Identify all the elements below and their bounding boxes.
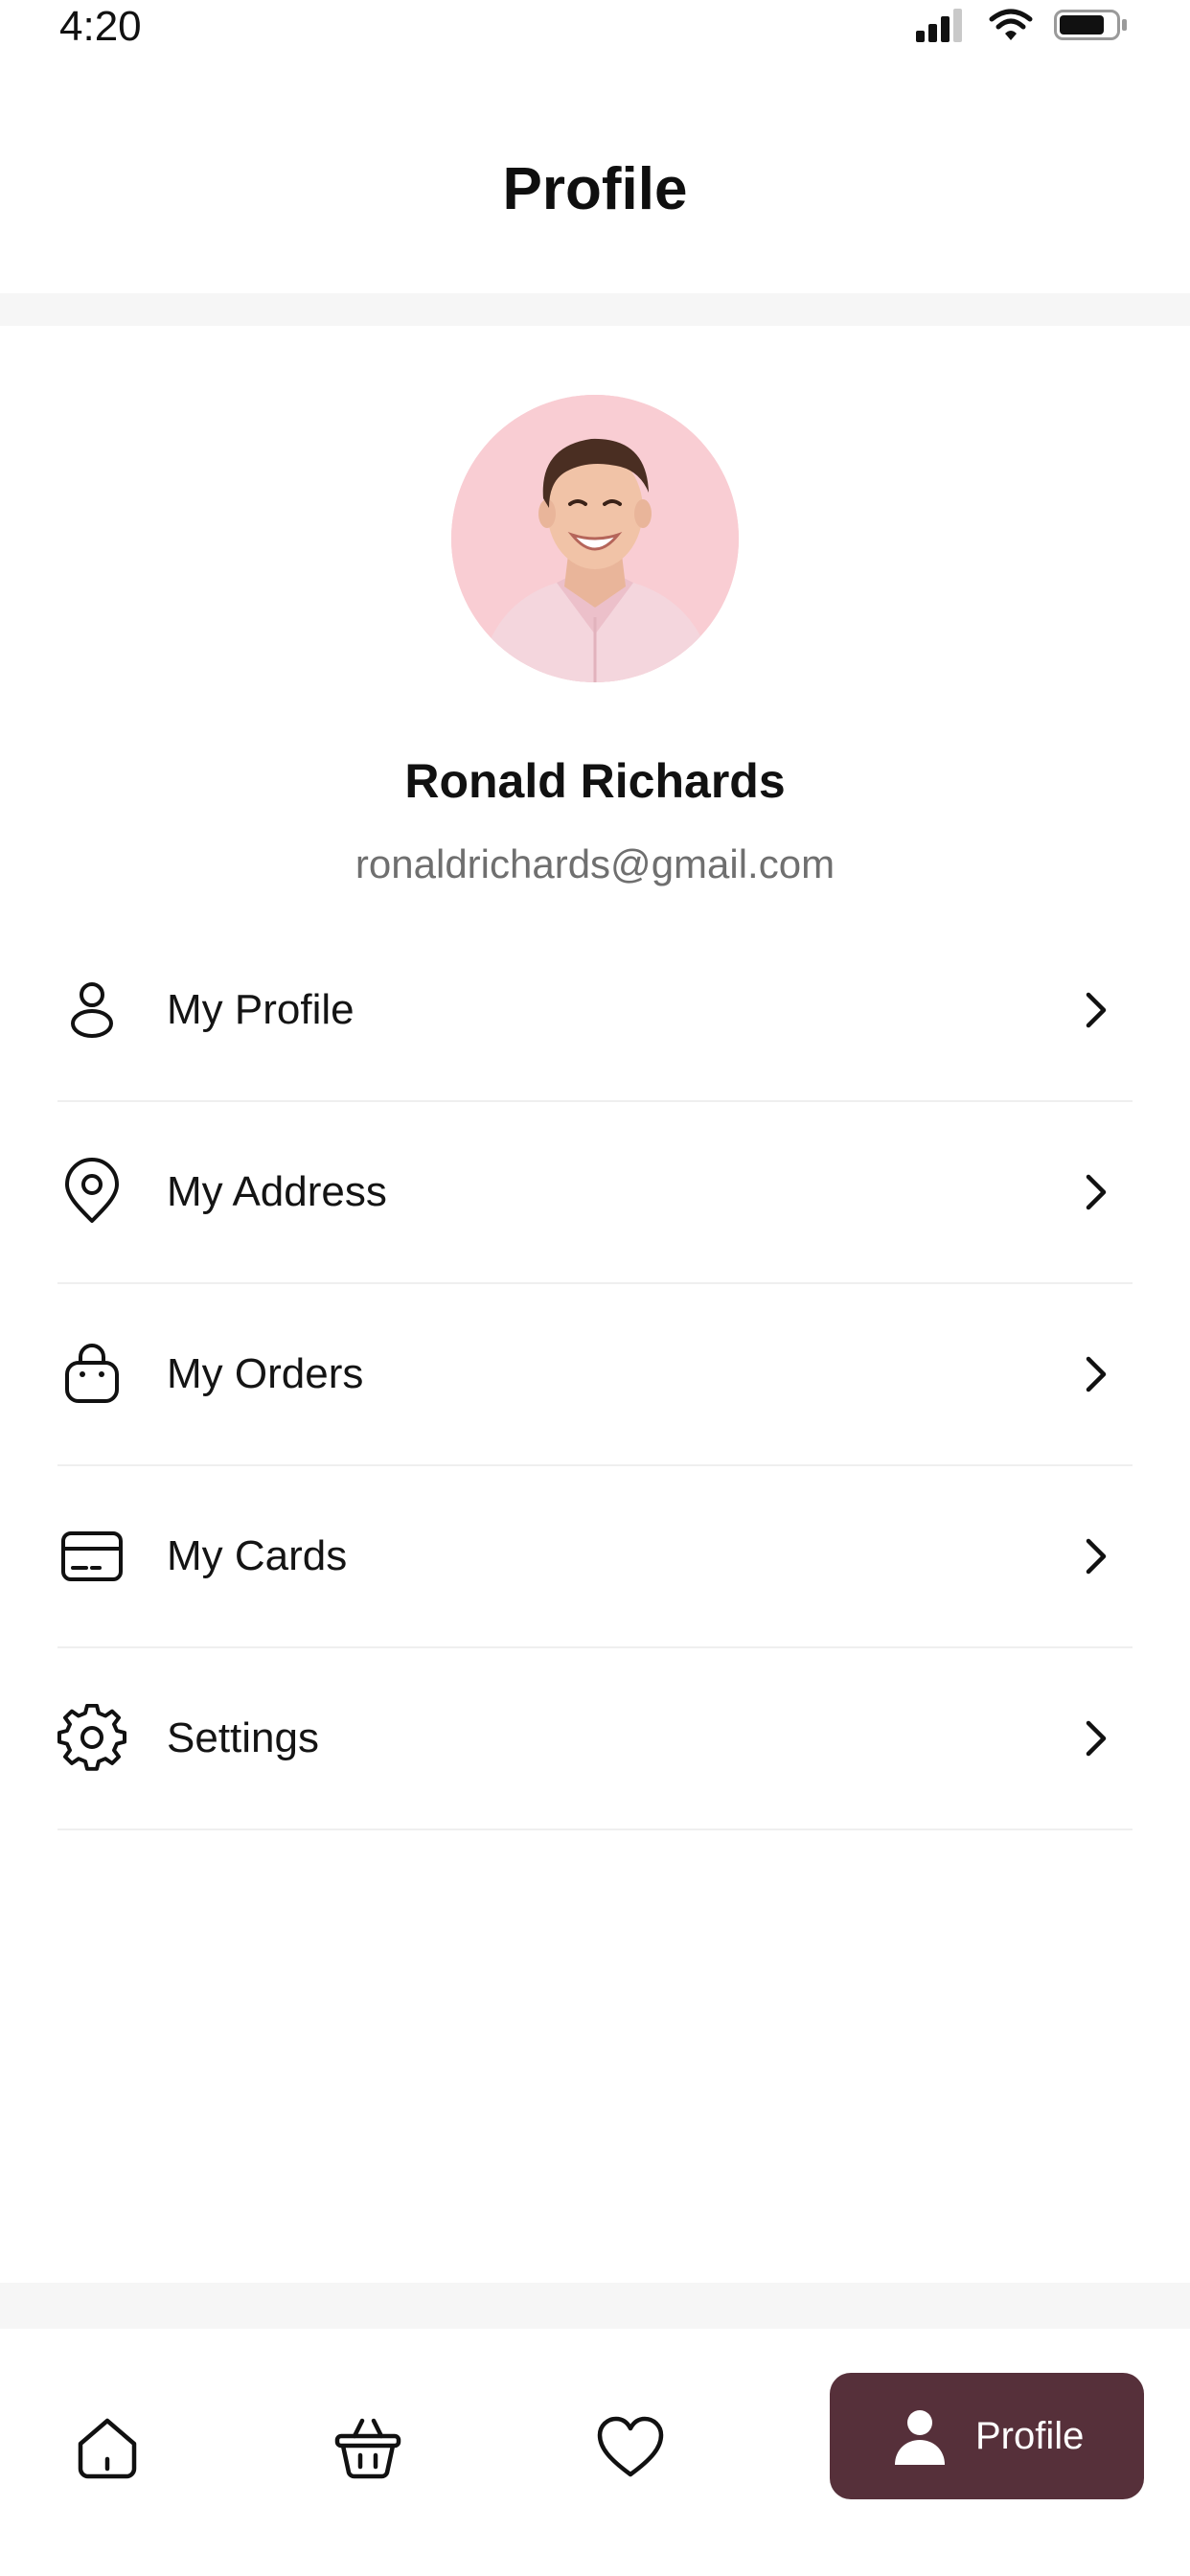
heart-icon [592,2409,669,2486]
person-icon [57,976,126,1045]
battery-icon [1054,8,1129,42]
cellular-signal-icon [916,8,968,42]
menu-item-label: My Profile [167,986,355,1033]
shopping-bag-icon [57,1340,126,1409]
chevron-right-icon [1077,1351,1115,1397]
status-time: 4:20 [59,3,142,50]
menu-item-my-cards[interactable]: My Cards [57,1466,1133,1648]
chevron-right-icon [1077,1715,1115,1761]
menu-item-label: My Address [167,1168,387,1215]
profile-menu: My Profile My Address My Orders My Cards… [57,920,1133,1830]
nav-home-button[interactable] [69,2409,146,2486]
chevron-right-icon [1077,1533,1115,1579]
page-title: Profile [502,156,688,222]
home-icon [69,2409,146,2486]
avatar[interactable] [451,395,739,682]
status-bar: 4:20 [0,0,1190,54]
credit-card-icon [57,1522,126,1591]
nav-basket-button[interactable] [330,2409,406,2486]
chevron-right-icon [1077,987,1115,1033]
nav-profile-label: Profile [975,2415,1085,2457]
menu-item-label: My Cards [167,1532,348,1579]
gear-icon [57,1704,126,1773]
nav-favorites-button[interactable] [592,2409,669,2486]
menu-item-settings[interactable]: Settings [57,1648,1133,1830]
wifi-icon [989,8,1033,42]
nav-profile-button[interactable]: Profile [830,2373,1144,2499]
bottom-nav-divider [0,2283,1190,2329]
profile-screen: 4:20 Profile Ronald Richards ronaldricha… [0,0,1190,2576]
user-name: Ronald Richards [404,754,786,808]
menu-item-my-profile[interactable]: My Profile [57,920,1133,1102]
status-icons [916,8,1129,42]
location-pin-icon [57,1158,126,1227]
basket-icon [330,2409,406,2486]
menu-item-label: Settings [167,1714,319,1761]
person-icon [889,2405,950,2467]
chevron-right-icon [1077,1169,1115,1215]
bottom-nav: Profile [0,2329,1190,2576]
user-email: ronaldrichards@gmail.com [355,841,835,886]
menu-item-my-orders[interactable]: My Orders [57,1284,1133,1466]
menu-item-label: My Orders [167,1350,364,1397]
menu-item-my-address[interactable]: My Address [57,1102,1133,1284]
header-divider [0,293,1190,326]
